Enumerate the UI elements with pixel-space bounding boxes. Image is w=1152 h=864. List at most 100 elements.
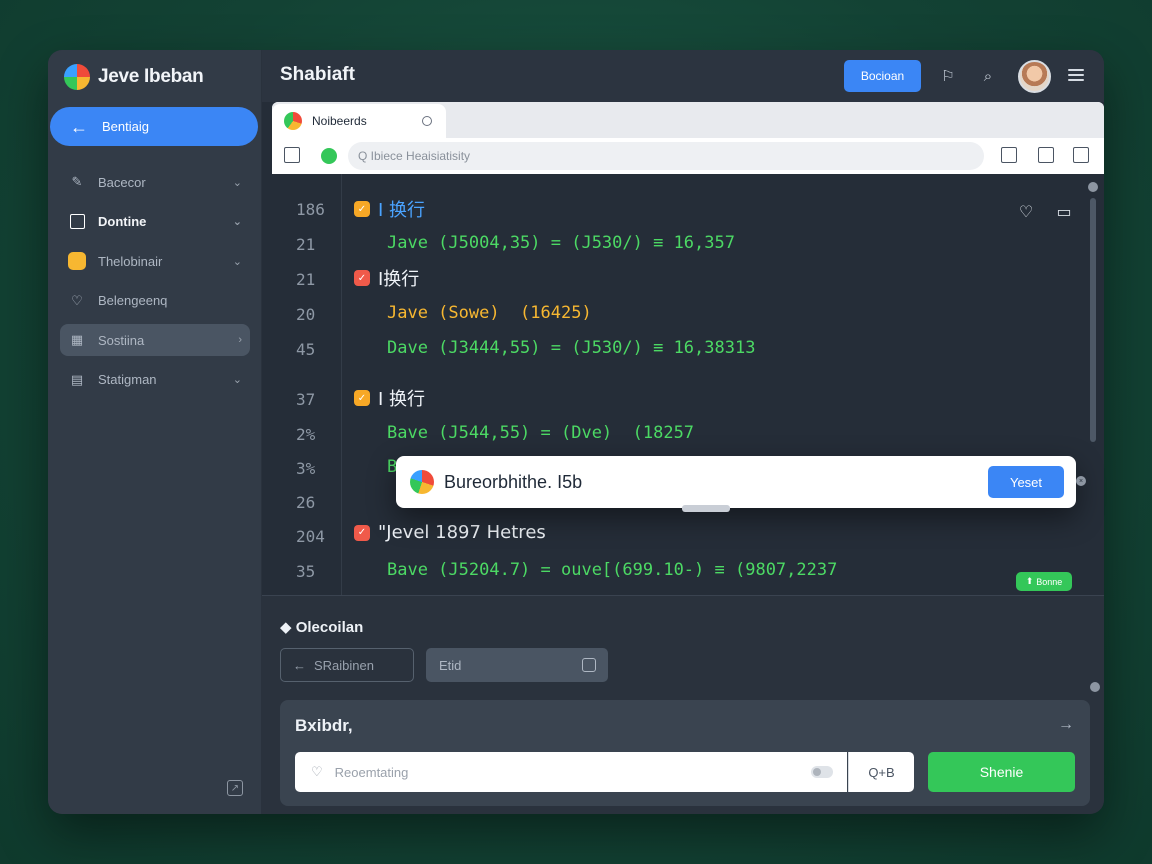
bookmark-icon[interactable]: ▭	[1054, 202, 1074, 222]
sidebar-item-bacecor[interactable]: ✎ Bacecor ⌄	[60, 166, 250, 198]
brand-logo-icon	[64, 64, 90, 90]
scroll-up-icon[interactable]	[1088, 182, 1098, 192]
scrollbar[interactable]	[1090, 198, 1096, 442]
edit-field-value: Etid	[439, 657, 462, 673]
menu-icon[interactable]	[1068, 69, 1084, 81]
sidebar-item-thelobinair[interactable]: Thelobinair ⌄	[60, 245, 250, 277]
edit-field[interactable]: Etid	[426, 648, 608, 682]
code-heading: ✓ "Jevel 1897 Hetres	[354, 522, 546, 543]
scroll-indicator-icon[interactable]	[1090, 682, 1100, 692]
sidebar-item-label: Sostiina	[98, 332, 145, 348]
sidebar-toggle-icon[interactable]	[284, 147, 300, 163]
arrow-right-icon[interactable]: →	[1058, 716, 1074, 734]
url-text: Q Ibiece Heaisiatisity	[358, 149, 471, 163]
avatar[interactable]	[1018, 60, 1051, 93]
upload-icon: ⬆	[1025, 576, 1034, 586]
tab-favicon-icon	[284, 112, 302, 130]
sidebar-item-label: Thelobinair	[98, 253, 163, 269]
compose-card: Bxibdr, → ♡ Reoemtating Q+B Shenie	[280, 700, 1090, 806]
check-icon: ✓	[354, 270, 370, 286]
line-number: 21	[296, 270, 316, 289]
edit-icon: ✎	[71, 174, 83, 189]
sidebar-item-label: Bacecor	[98, 174, 146, 190]
search-button[interactable]: Q+B	[848, 752, 914, 792]
back-button[interactable]: ← Bentiaig	[50, 107, 258, 146]
line-number: 26	[296, 493, 316, 512]
toggle-switch[interactable]	[811, 766, 833, 778]
page-title: Shabiaft	[280, 64, 355, 85]
code-line: Jave (J5004,35) = (J530/) ≡ 16,357	[387, 233, 735, 253]
heart-icon: ♡	[71, 292, 83, 308]
sidebar-item-label: Statigman	[98, 372, 157, 387]
address-bar[interactable]: Q Ibiece Heaisiatisity	[348, 142, 984, 170]
checkbox-icon	[68, 213, 86, 231]
popup-text: Bureorbhithe. I5b	[444, 471, 583, 492]
app-logo-icon	[410, 470, 434, 494]
chevron-right-icon: ›	[238, 334, 242, 346]
message-placeholder: Reoemtating	[334, 764, 409, 780]
card-title: Bxibdr,	[295, 716, 353, 735]
grid-icon: ▦	[70, 332, 84, 347]
brand: Jeve Ibeban	[64, 64, 204, 90]
line-number: 37	[296, 390, 316, 409]
code-line: Bave (J5204.7) = ouve[(699.10-) ≡ (9807,…	[387, 560, 838, 580]
tab-label: Noibeerds	[312, 114, 367, 128]
chevron-down-icon[interactable]: ⌄	[233, 255, 242, 268]
export-icon[interactable]	[1073, 147, 1089, 163]
line-number: 2%	[296, 425, 316, 444]
sidebar-item-statigman[interactable]: ▤ Statigman ⌄	[60, 364, 250, 396]
sidebar-item-belengeenq[interactable]: ♡ Belengeenq	[60, 285, 250, 317]
code-line: Bave (J544,55) = (Dve) (18257	[387, 423, 695, 443]
app-icon	[68, 252, 86, 270]
brand-title: Jeve Ibeban	[98, 66, 204, 87]
copy-icon[interactable]	[1001, 147, 1017, 163]
close-icon[interactable]	[422, 116, 432, 126]
sidebar-item-dontine[interactable]: Dontine ⌄	[60, 206, 250, 238]
back-outline-button[interactable]: ← SRaibinen	[280, 648, 414, 682]
notification-popup: Bureorbhithe. I5b Yeset	[396, 456, 1076, 512]
code-line: Dave (J3444,55) = (J530/) ≡ 16,38313	[387, 338, 756, 358]
folder-icon[interactable]	[1038, 147, 1054, 163]
share-button[interactable]: Shenie	[928, 752, 1075, 792]
sidebar: Jeve Ibeban ← Bentiaig ✎ Bacecor ⌄ Donti…	[48, 50, 262, 814]
outline-button-label: SRaibinen	[314, 657, 374, 673]
chevron-down-icon[interactable]: ⌄	[233, 373, 242, 386]
search-icon[interactable]: ⌕	[978, 66, 998, 86]
browser-toolbar: Q Ibiece Heaisiatisity	[272, 138, 1104, 174]
comment-icon: ♡	[311, 764, 323, 779]
back-button-label: Bentiaig	[102, 119, 149, 134]
chevron-down-icon[interactable]: ⌄	[233, 176, 242, 189]
code-heading: ✓ I 换行	[354, 196, 425, 222]
drag-handle[interactable]	[682, 505, 730, 512]
tab-notebooks[interactable]: Noibeerds	[272, 104, 446, 138]
header-primary-button[interactable]: Bocioan	[844, 60, 921, 92]
compose-icon[interactable]: ↗	[227, 780, 243, 796]
bottom-panel: ◆ Olecoilan ← SRaibinen Etid Bxibdr, → ♡…	[262, 595, 1104, 814]
flag-icon[interactable]: ⚐	[938, 66, 958, 86]
calendar-icon: ▤	[70, 371, 84, 387]
popup-action-button[interactable]: Yeset	[988, 466, 1064, 498]
browser-panel: Noibeerds Q Ibiece Heaisiatisity	[272, 102, 1104, 174]
line-number: 35	[296, 562, 316, 581]
sidebar-nav: ✎ Bacecor ⌄ Dontine ⌄ Thelobinair ⌄ ♡ Be…	[60, 166, 250, 403]
code-actions: ♡ ▭	[1016, 202, 1074, 222]
popup-close-icon[interactable]: ×	[1076, 476, 1086, 486]
sidebar-item-label: Belengeenq	[98, 293, 168, 308]
sidebar-item-label: Dontine	[98, 214, 147, 229]
header: Shabiaft Bocioan ⚐ ⌕	[262, 50, 1104, 102]
code-heading-text: "Jevel 1897 Hetres	[378, 522, 546, 543]
code-heading-text: I 换行	[378, 389, 426, 410]
diamond-icon: ◆	[280, 619, 292, 636]
status-badge: ⬆ Bonne	[1016, 572, 1072, 591]
check-icon: ✓	[354, 390, 370, 406]
chevron-down-icon[interactable]: ⌄	[233, 215, 242, 228]
line-number: 186	[296, 200, 325, 219]
code-heading: ✓ I 换行	[354, 385, 425, 411]
sidebar-item-sostiina[interactable]: ▦ Sostiina ›	[60, 324, 250, 356]
message-input[interactable]: ♡ Reoemtating	[295, 752, 847, 792]
tag-icon	[582, 658, 596, 672]
status-dot-icon	[321, 148, 337, 164]
heart-icon[interactable]: ♡	[1016, 202, 1036, 222]
section-title: ◆ Olecoilan	[280, 618, 363, 636]
code-heading-text: I换行	[378, 269, 420, 290]
